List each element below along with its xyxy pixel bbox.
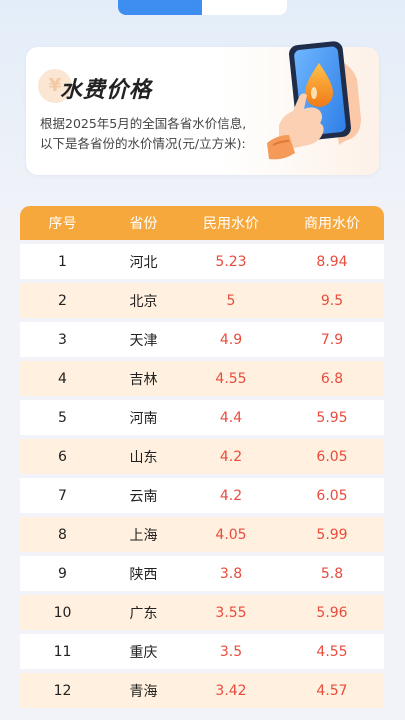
row-residential-price: 4.4 [219, 409, 243, 426]
row-commercial-price: 8.94 [316, 253, 348, 270]
row-index: 6 [58, 448, 67, 465]
row-province: 青海 [129, 683, 158, 700]
top-tab-bar[interactable] [118, 0, 287, 15]
header-residential-price: 民用水价 [203, 216, 259, 232]
table-header: 序号 省份 民用水价 商用水价 [20, 206, 384, 240]
row-index: 9 [58, 565, 67, 582]
info-card: ¥ 水费价格 根据2025年5月的全国各省水价信息, 以下是各省份的水价情况(元… [26, 41, 379, 175]
row-province: 重庆 [129, 644, 158, 661]
description-line-1: 根据2025年5月的全国各省水价信息, [40, 116, 247, 131]
header-commercial-price: 商用水价 [304, 216, 360, 232]
table-row: 9 陕西 3.8 5.8 [20, 556, 384, 591]
row-residential-price: 3.5 [219, 643, 243, 660]
row-index: 8 [58, 526, 67, 543]
table-row: 10 广东 3.55 5.96 [20, 595, 384, 630]
row-residential-price: 4.9 [219, 331, 243, 348]
row-commercial-price: 5.99 [316, 526, 348, 543]
table-row: 2 北京 5 9.5 [20, 283, 384, 318]
row-commercial-price: 7.9 [320, 331, 344, 348]
row-province: 河南 [129, 410, 158, 427]
row-residential-price: 4.05 [215, 526, 247, 543]
row-province: 吉林 [129, 371, 158, 388]
row-residential-price: 3.8 [219, 565, 243, 582]
tab-inactive[interactable] [202, 0, 287, 15]
row-residential-price: 5.23 [215, 253, 247, 270]
row-index: 2 [58, 292, 67, 309]
row-index: 12 [53, 682, 72, 699]
row-province: 北京 [129, 293, 158, 310]
row-province: 河北 [129, 254, 158, 271]
table-row: 12 青海 3.42 4.57 [20, 673, 384, 708]
row-province: 云南 [129, 488, 158, 505]
row-commercial-price: 4.55 [316, 643, 348, 660]
row-province: 山东 [129, 449, 158, 466]
row-residential-price: 4.2 [219, 487, 243, 504]
row-commercial-price: 5.8 [320, 565, 344, 582]
row-province: 上海 [129, 527, 158, 544]
row-province: 广东 [129, 605, 158, 622]
table-row: 3 天津 4.9 7.9 [20, 322, 384, 357]
row-index: 1 [58, 253, 67, 270]
header-index: 序号 [48, 216, 77, 232]
table-row: 1 河北 5.23 8.94 [20, 244, 384, 279]
table-row: 11 重庆 3.5 4.55 [20, 634, 384, 669]
row-index: 11 [53, 643, 72, 660]
table-body: 1 河北 5.23 8.94 2 北京 5 9.5 3 天津 4.9 7.9 4 吉林 4.55 6.8 5 河南… [20, 244, 384, 708]
row-index: 7 [58, 487, 67, 504]
row-index: 5 [58, 409, 67, 426]
row-commercial-price: 6.05 [316, 487, 348, 504]
table-row: 5 河南 4.4 5.95 [20, 400, 384, 435]
row-commercial-price: 6.8 [320, 370, 344, 387]
table-row: 7 云南 4.2 6.05 [20, 478, 384, 513]
row-province: 陕西 [129, 566, 158, 583]
page-title: 水费价格 [60, 78, 153, 103]
row-index: 4 [58, 370, 67, 387]
tab-active[interactable] [118, 0, 202, 15]
row-residential-price: 5 [226, 292, 236, 309]
table-row: 4 吉林 4.55 6.8 [20, 361, 384, 396]
row-residential-price: 3.55 [215, 604, 247, 621]
row-index: 3 [58, 331, 67, 348]
row-commercial-price: 5.96 [316, 604, 348, 621]
description: 根据2025年5月的全国各省水价信息, 以下是各省份的水价情况(元/立方米): [40, 114, 290, 154]
row-commercial-price: 9.5 [320, 292, 344, 309]
table-row: 8 上海 4.05 5.99 [20, 517, 384, 552]
row-commercial-price: 5.95 [316, 409, 348, 426]
row-index: 10 [53, 604, 72, 621]
header-province: 省份 [129, 216, 158, 232]
row-residential-price: 4.2 [219, 448, 243, 465]
hand-phone-water-drop-icon [267, 41, 361, 160]
row-province: 天津 [129, 332, 158, 349]
row-commercial-price: 4.57 [316, 682, 348, 699]
table-row: 6 山东 4.2 6.05 [20, 439, 384, 474]
row-commercial-price: 6.05 [316, 448, 348, 465]
water-price-table: 序号 省份 民用水价 商用水价 1 河北 5.23 8.94 2 北京 5 9.5 3 天津 4.9… [20, 206, 384, 708]
row-residential-price: 4.55 [215, 370, 247, 387]
row-residential-price: 3.42 [215, 682, 247, 699]
description-line-2: 以下是各省份的水价情况(元/立方米): [40, 136, 246, 151]
